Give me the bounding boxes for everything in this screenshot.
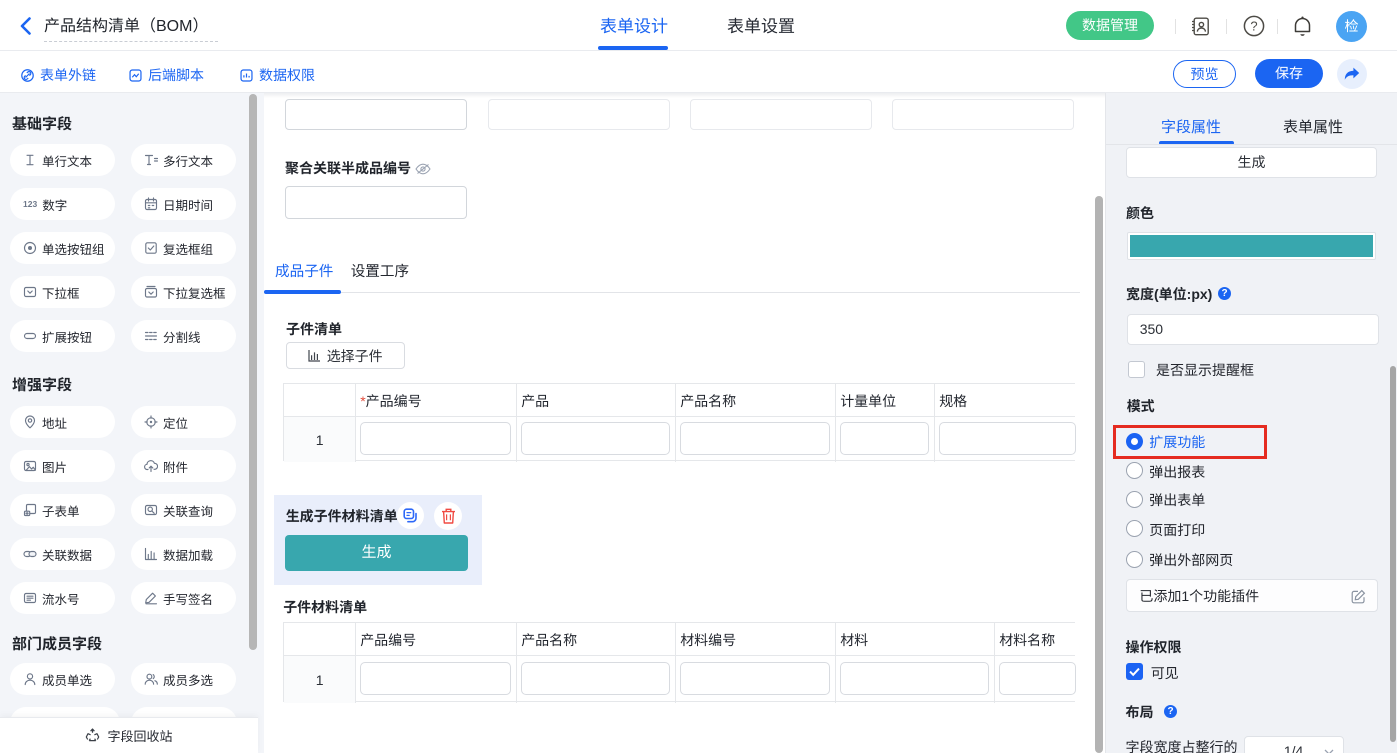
svg-text:?: ? xyxy=(1250,19,1257,34)
